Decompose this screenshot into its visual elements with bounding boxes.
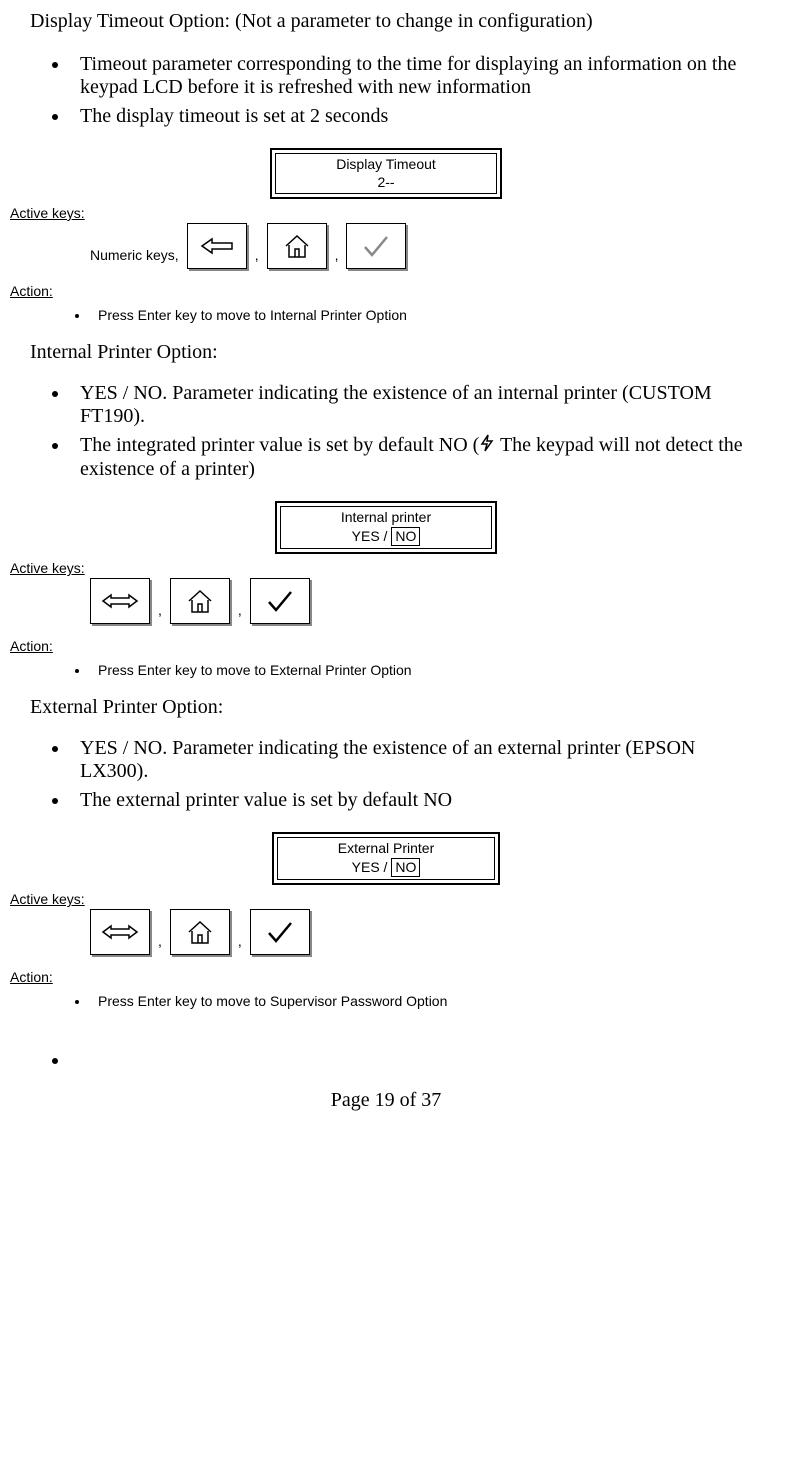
lcd-line1: External Printer (338, 840, 434, 858)
action-list: Press Enter key to move to Supervisor Pa… (90, 993, 762, 1009)
lcd-line2: 2-- (336, 174, 436, 192)
action-label: Action: (10, 969, 762, 985)
action-list: Press Enter key to move to External Prin… (90, 662, 762, 678)
separator: , (234, 602, 246, 624)
back-arrow-key (187, 223, 247, 269)
bullet-text: YES / NO. Parameter indicating the exist… (70, 382, 762, 428)
lcd-internal-printer: Internal printer YES / NO (10, 501, 762, 554)
home-icon (185, 587, 215, 615)
action-item: Press Enter key to move to Supervisor Pa… (90, 993, 762, 1009)
bullet-text: The external printer value is set by def… (70, 789, 762, 812)
lcd-selected: NO (391, 858, 420, 878)
separator: , (154, 933, 166, 955)
bullet-text: The display timeout is set at 2 seconds (70, 105, 762, 128)
separator: , (154, 602, 166, 624)
section-title-external-printer: External Printer Option: (30, 696, 762, 719)
enter-key (250, 909, 310, 955)
action-label: Action: (10, 283, 762, 299)
home-icon (185, 918, 215, 946)
active-keys-label: Active keys: (10, 891, 762, 907)
bullet-text: YES / NO. Parameter indicating the exist… (70, 737, 762, 783)
lcd-external-printer: External Printer YES / NO (10, 832, 762, 885)
lcd-display-timeout: Display Timeout 2-- (10, 148, 762, 199)
arrow-left-right-icon (101, 592, 139, 610)
external-printer-bullets: YES / NO. Parameter indicating the exist… (70, 737, 762, 812)
bullet-text: The integrated printer value is set by d… (70, 434, 762, 481)
bullet-pre: The integrated printer value is set by d… (80, 434, 479, 456)
internal-printer-bullets: YES / NO. Parameter indicating the exist… (70, 382, 762, 481)
empty-bullet (70, 1049, 762, 1059)
bolt-icon (479, 434, 495, 458)
lcd-line1: Internal printer (341, 509, 431, 527)
lcd-line1: Display Timeout (336, 156, 436, 174)
home-icon (282, 232, 312, 260)
lcd-pre: YES / (352, 528, 392, 544)
separator: , (251, 247, 263, 269)
action-list: Press Enter key to move to Internal Prin… (90, 307, 762, 323)
arrow-left-right-icon (101, 923, 139, 941)
lcd-line2: YES / NO (341, 527, 431, 547)
enter-key (346, 223, 406, 269)
active-keys-row: Numeric keys, , , (90, 223, 762, 269)
enter-key (250, 578, 310, 624)
bullet-text: Timeout parameter corresponding to the t… (70, 53, 762, 99)
section-title-display-timeout: Display Timeout Option: (Not a parameter… (30, 10, 762, 33)
active-keys-label: Active keys: (10, 205, 762, 221)
left-right-key (90, 578, 150, 624)
home-key (170, 578, 230, 624)
page-footer: Page 19 of 37 (10, 1089, 762, 1112)
check-icon (265, 919, 295, 945)
home-key (170, 909, 230, 955)
action-label: Action: (10, 638, 762, 654)
separator: , (234, 933, 246, 955)
active-keys-row: , , (90, 909, 762, 955)
check-icon (361, 233, 391, 259)
active-keys-label: Active keys: (10, 560, 762, 576)
numeric-keys-prefix: Numeric keys, (90, 247, 179, 269)
active-keys-row: , , (90, 578, 762, 624)
action-item: Press Enter key to move to Internal Prin… (90, 307, 762, 323)
lcd-selected: NO (391, 527, 420, 547)
lcd-line2: YES / NO (338, 858, 434, 878)
check-icon (265, 588, 295, 614)
arrow-left-icon (200, 237, 234, 255)
display-timeout-bullets: Timeout parameter corresponding to the t… (70, 53, 762, 128)
home-key (267, 223, 327, 269)
action-item: Press Enter key to move to External Prin… (90, 662, 762, 678)
section-title-internal-printer: Internal Printer Option: (30, 341, 762, 364)
lcd-pre: YES / (352, 859, 392, 875)
left-right-key (90, 909, 150, 955)
separator: , (331, 247, 343, 269)
